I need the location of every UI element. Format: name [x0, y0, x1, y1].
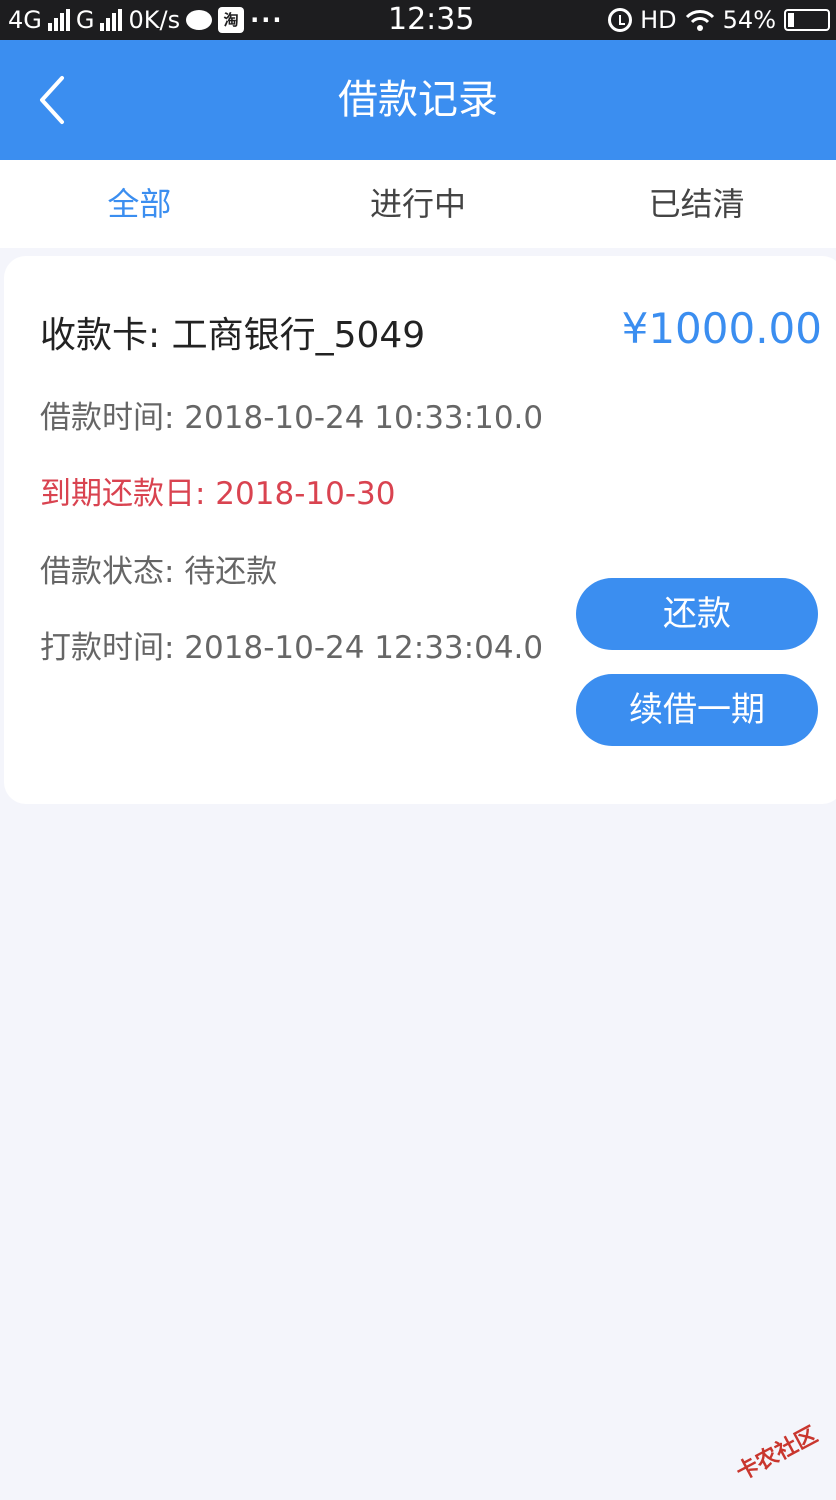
- status-right: HD 54%: [608, 0, 830, 40]
- nav-bar: 借款记录: [0, 40, 836, 160]
- speed-label: 0K/s: [128, 6, 181, 34]
- network-label-2: G: [75, 6, 95, 34]
- watermark-logo: 卡农社区: [732, 1422, 822, 1486]
- loan-time: 借款时间: 2018-10-24 10:33:10.0: [40, 400, 544, 436]
- signal-icon-2: [100, 9, 123, 31]
- network-label: 4G: [8, 6, 42, 34]
- loan-status: 借款状态: 待还款: [40, 554, 278, 590]
- more-dots-icon: ···: [250, 6, 284, 34]
- alarm-icon: [608, 8, 633, 32]
- taobao-icon: 淘: [218, 7, 245, 33]
- tab-bar: 全部 进行中 已结清: [0, 160, 836, 248]
- wifi-icon: [685, 10, 714, 31]
- paid-time: 打款时间: 2018-10-24 12:33:04.0: [40, 630, 544, 666]
- signal-icon: [47, 9, 70, 31]
- tab-in-progress[interactable]: 进行中: [279, 160, 558, 248]
- status-left: 4G G 0K/s 淘 ···: [8, 6, 283, 34]
- message-bubble-icon: [186, 10, 213, 30]
- tab-settled[interactable]: 已结清: [557, 160, 836, 248]
- status-bar: 4G G 0K/s 淘 ··· 12:35 HD 54%: [0, 0, 836, 40]
- battery-icon: [784, 9, 830, 31]
- repay-button[interactable]: 还款: [576, 578, 818, 650]
- renew-button[interactable]: 续借一期: [576, 674, 818, 746]
- page-title: 借款记录: [338, 77, 498, 123]
- tab-all[interactable]: 全部: [0, 160, 279, 248]
- status-time: 12:35: [388, 2, 475, 37]
- loan-record-card: 收款卡: 工商银行_5049 ¥1000.00 借款时间: 2018-10-24…: [4, 256, 836, 804]
- due-date: 到期还款日: 2018-10-30: [40, 476, 396, 512]
- loan-amount: ¥1000.00: [621, 304, 822, 353]
- receiving-card: 收款卡: 工商银行_5049: [40, 315, 426, 356]
- battery-percent: 54%: [722, 6, 776, 34]
- hd-label: HD: [640, 6, 677, 34]
